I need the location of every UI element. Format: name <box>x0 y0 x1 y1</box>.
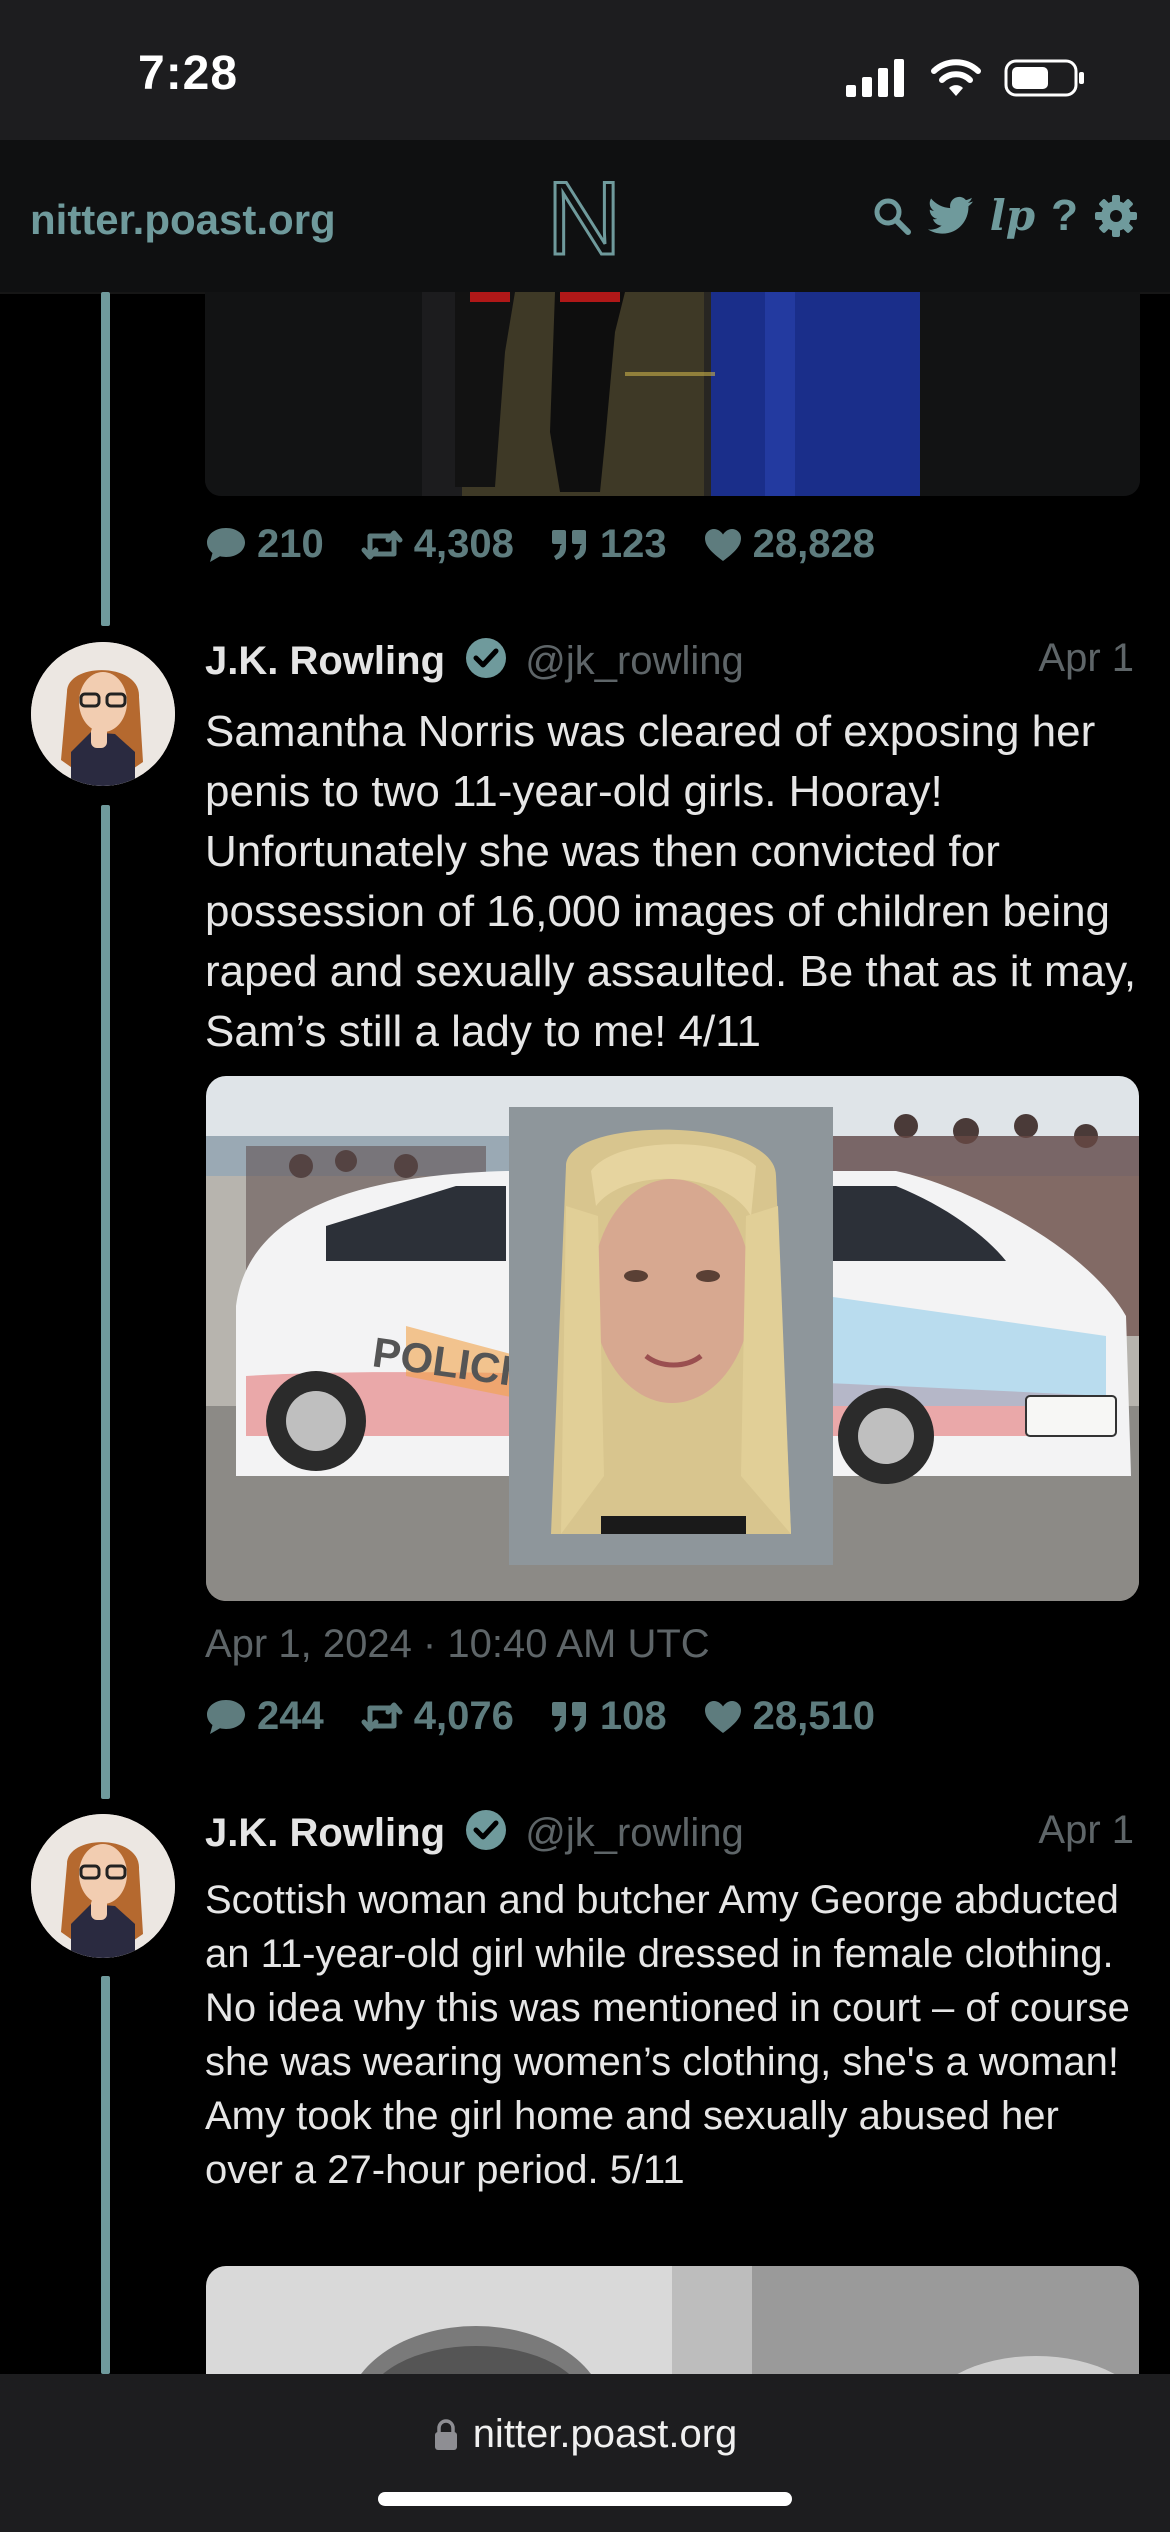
status-icons <box>846 58 1086 98</box>
avatar-photo <box>31 1814 175 1958</box>
retweet-icon <box>361 1702 403 1731</box>
tweet-stats: 210 4,308 123 28,828 <box>205 522 875 567</box>
gear-icon[interactable] <box>1094 194 1138 238</box>
status-bar: 7:28 <box>0 0 1170 140</box>
battery-icon <box>1004 59 1084 97</box>
browser-bottom-bar: nitter.poast.org <box>0 2374 1170 2532</box>
tweet-date[interactable]: Apr 1 <box>1038 1808 1134 1853</box>
reply-count[interactable]: 244 <box>205 1694 324 1739</box>
comment-icon <box>207 1699 245 1734</box>
author-name[interactable]: J.K. Rowling <box>205 1811 445 1855</box>
reply-count[interactable]: 210 <box>205 522 324 567</box>
svg-text:N: N <box>546 168 621 266</box>
tweet-text: Scottish woman and butcher Amy George ab… <box>205 1878 1130 2192</box>
thread-line <box>101 1976 110 2374</box>
quote-count[interactable]: 108 <box>550 1694 667 1739</box>
status-time: 7:28 <box>138 47 239 100</box>
author-handle[interactable]: @jk_rowling <box>525 639 743 683</box>
like-count[interactable]: 28,828 <box>703 522 875 567</box>
heart-icon <box>704 1700 741 1733</box>
nitter-logo[interactable]: N <box>544 168 624 266</box>
lock-icon <box>434 2418 457 2450</box>
url-text: nitter.poast.org <box>472 2412 738 2456</box>
help-icon[interactable]: ? <box>1051 194 1078 238</box>
thread-line <box>101 805 110 1799</box>
like-count[interactable]: 28,510 <box>703 1694 875 1739</box>
search-icon[interactable] <box>872 196 912 236</box>
retweet-count[interactable]: 4,308 <box>360 522 514 567</box>
nitter-navbar: nitter.poast.org N lp ? <box>0 140 1170 294</box>
twitter-bird-icon[interactable] <box>927 196 974 236</box>
tweet-image[interactable] <box>205 292 1140 496</box>
verified-badge-icon <box>466 1810 507 1850</box>
nav-icons: lp ? <box>872 194 1138 238</box>
signal-icon <box>846 59 904 97</box>
retweet-count[interactable]: 4,076 <box>360 1694 514 1739</box>
tweet-date[interactable]: Apr 1 <box>1038 636 1134 681</box>
heart-icon <box>704 528 741 561</box>
author-handle[interactable]: @jk_rowling <box>525 1811 743 1855</box>
wifi-icon <box>931 59 981 96</box>
thread-line <box>101 292 110 626</box>
verified-badge-icon <box>466 638 507 678</box>
lp-icon[interactable]: lp <box>990 195 1035 237</box>
avatar-photo <box>31 642 175 786</box>
tweet-header: J.K. Rowling @jk_rowling Apr 1 <box>205 636 1138 686</box>
quote-icon <box>551 1701 586 1732</box>
tweet-stats: 244 4,076 108 28,510 <box>205 1694 875 1739</box>
tweet-image[interactable]: POLICING PR <box>206 1076 1139 1601</box>
avatar[interactable] <box>31 1814 175 1958</box>
home-indicator[interactable] <box>378 2492 792 2506</box>
quote-icon <box>551 529 586 560</box>
author-name[interactable]: J.K. Rowling <box>205 639 445 683</box>
tweet-header: J.K. Rowling @jk_rowling Apr 1 <box>205 1808 1138 1858</box>
comment-icon <box>207 527 245 562</box>
avatar[interactable] <box>31 642 175 786</box>
quote-count[interactable]: 123 <box>550 522 667 567</box>
tweet-text: Samantha Norris was cleared of exposing … <box>205 707 1137 1056</box>
tweet-image-photo: POLICING PR <box>206 1076 1139 1601</box>
site-domain-link[interactable]: nitter.poast.org <box>30 196 336 244</box>
address-bar[interactable]: nitter.poast.org <box>0 2412 1170 2457</box>
tweet-image-photo <box>205 292 1140 496</box>
tweet-timestamp[interactable]: Apr 1, 2024 · 10:40 AM UTC <box>205 1622 710 1667</box>
retweet-icon <box>361 530 403 559</box>
